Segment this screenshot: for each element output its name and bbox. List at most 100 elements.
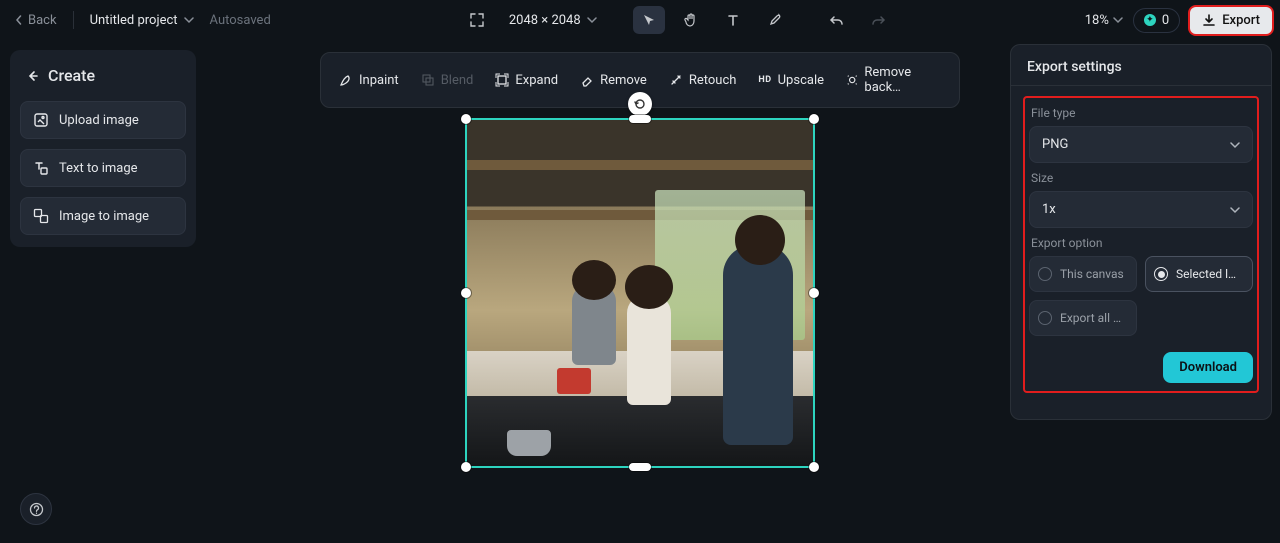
inpaint-tool[interactable]: Inpaint	[329, 67, 409, 94]
export-highlight-region: File type PNG Size 1x Export option This…	[1023, 96, 1259, 393]
rotate-icon	[633, 97, 647, 111]
text-icon	[726, 13, 740, 27]
file-type-label: File type	[1031, 106, 1253, 120]
download-icon	[1202, 13, 1216, 27]
canvas-dimensions-text: 2048 × 2048	[509, 13, 581, 28]
download-button[interactable]: Download	[1163, 352, 1253, 383]
upload-image-icon	[33, 112, 49, 128]
text-to-image-label: Text to image	[59, 161, 138, 176]
hand-icon	[683, 12, 699, 28]
pointer-icon	[642, 13, 656, 27]
credits-pill[interactable]: ✦ 0	[1133, 8, 1180, 33]
retouch-tool[interactable]: Retouch	[659, 67, 747, 94]
rotate-handle[interactable]	[628, 92, 652, 116]
selected-image[interactable]	[467, 120, 813, 466]
resize-handle-tr[interactable]	[809, 114, 819, 124]
export-panel: Export settings File type PNG Size 1x Ex…	[1010, 44, 1272, 420]
chevron-left-icon	[14, 15, 24, 25]
resize-handle-br[interactable]	[809, 462, 819, 472]
image-to-image-button[interactable]: Image to image	[20, 197, 186, 235]
canvas-dimensions-dropdown[interactable]: 2048 × 2048	[503, 9, 603, 32]
retouch-label: Retouch	[689, 73, 737, 88]
export-panel-title: Export settings	[1011, 59, 1271, 85]
fit-frame-icon	[469, 12, 485, 28]
undo-button[interactable]	[821, 6, 853, 34]
project-title-dropdown[interactable]: Untitled project	[84, 9, 200, 32]
export-label: Export	[1222, 13, 1260, 28]
chevron-down-icon	[1113, 15, 1123, 25]
text-to-image-button[interactable]: Text to image	[20, 149, 186, 187]
back-label: Back	[28, 13, 57, 28]
resize-handle-bm[interactable]	[629, 463, 651, 471]
inpaint-label: Inpaint	[359, 73, 399, 88]
credits-icon: ✦	[1144, 14, 1156, 26]
chevron-down-icon	[1230, 140, 1240, 150]
expand-icon	[495, 73, 509, 87]
remove-tool[interactable]: Remove	[570, 67, 657, 94]
blend-label: Blend	[441, 73, 474, 88]
remove-bg-icon	[846, 73, 858, 87]
selection-frame[interactable]	[465, 118, 815, 468]
blend-icon	[421, 73, 435, 87]
autosaved-status: Autosaved	[210, 13, 271, 28]
inpaint-icon	[339, 73, 353, 87]
radio-icon	[1038, 267, 1052, 281]
brush-icon	[767, 13, 782, 28]
redo-button[interactable]	[863, 6, 895, 34]
export-option-all[interactable]: Export all …	[1029, 300, 1137, 336]
zoom-dropdown[interactable]: 18%	[1085, 13, 1123, 28]
upload-image-button[interactable]: Upload image	[20, 101, 186, 139]
canvas-area[interactable]	[465, 100, 815, 470]
hand-tool-button[interactable]	[675, 6, 707, 34]
chevron-down-icon	[184, 15, 194, 25]
create-sidebar: Create Upload image Text to image Image …	[10, 50, 196, 247]
credits-value: 0	[1162, 13, 1169, 28]
expand-tool[interactable]: Expand	[485, 67, 568, 94]
blend-tool: Blend	[411, 67, 484, 94]
export-button[interactable]: Export	[1190, 7, 1272, 34]
download-label: Download	[1179, 360, 1237, 375]
hd-icon: HD	[758, 75, 771, 85]
image-to-image-label: Image to image	[59, 209, 149, 224]
arrow-left-icon	[26, 69, 40, 83]
size-select[interactable]: 1x	[1029, 191, 1253, 228]
file-type-value: PNG	[1042, 137, 1068, 152]
resize-handle-tm[interactable]	[629, 115, 651, 123]
remove-background-tool[interactable]: Remove back…	[836, 59, 951, 101]
back-button[interactable]: Back	[8, 9, 63, 32]
remove-label: Remove	[600, 73, 647, 88]
redo-icon	[871, 13, 886, 28]
export-option-selected-label: Selected l…	[1176, 267, 1236, 281]
brush-tool-button[interactable]	[759, 6, 791, 34]
export-option-all-label: Export all …	[1060, 311, 1121, 325]
radio-icon	[1154, 267, 1168, 281]
resize-handle-bl[interactable]	[461, 462, 471, 472]
text-to-image-icon	[33, 160, 49, 176]
size-value: 1x	[1042, 202, 1056, 217]
create-link[interactable]: Create	[20, 62, 186, 91]
help-icon	[29, 502, 44, 517]
export-option-selected[interactable]: Selected l…	[1145, 256, 1253, 292]
remove-bg-label: Remove back…	[864, 65, 941, 95]
export-option-label: Export option	[1031, 236, 1253, 250]
chevron-down-icon	[587, 15, 597, 25]
file-type-select[interactable]: PNG	[1029, 126, 1253, 163]
image-to-image-icon	[33, 208, 49, 224]
zoom-value: 18%	[1085, 13, 1109, 28]
upscale-tool[interactable]: HD Upscale	[748, 67, 834, 94]
upscale-label: Upscale	[778, 73, 824, 88]
eraser-icon	[580, 73, 594, 87]
project-title-text: Untitled project	[90, 13, 178, 28]
resize-handle-mr[interactable]	[809, 288, 819, 298]
export-option-canvas-label: This canvas	[1060, 267, 1124, 281]
chevron-down-icon	[1230, 205, 1240, 215]
help-button[interactable]	[20, 493, 52, 525]
export-option-canvas[interactable]: This canvas	[1029, 256, 1137, 292]
undo-icon	[829, 13, 844, 28]
fit-frame-button[interactable]	[461, 6, 493, 34]
resize-handle-tl[interactable]	[461, 114, 471, 124]
resize-handle-ml[interactable]	[461, 288, 471, 298]
pointer-tool-button[interactable]	[633, 6, 665, 34]
text-tool-button[interactable]	[717, 6, 749, 34]
divider	[73, 11, 74, 29]
